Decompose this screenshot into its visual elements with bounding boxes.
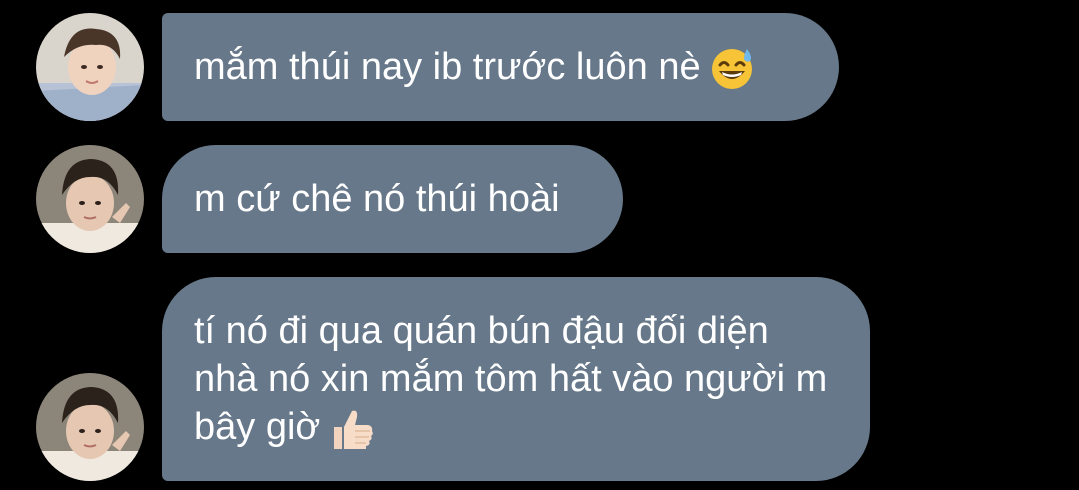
message-bubble[interactable]: m cứ chê nó thúi hoài <box>162 145 623 253</box>
sender-avatar-1[interactable] <box>36 13 144 121</box>
thumbs-up-emoji-icon <box>328 405 376 453</box>
chat-thread: mắm thúi nay ib trước luôn nè m cứ chê n… <box>0 0 1079 490</box>
message-bubble[interactable]: mắm thúi nay ib trước luôn nè <box>162 13 839 121</box>
message-bubble[interactable]: tí nó đi qua quán bún đậu đối diện nhà n… <box>162 277 870 481</box>
message-text: mắm thúi nay ib trước luôn nè <box>194 43 755 92</box>
grinning-sweat-emoji-icon <box>709 45 755 91</box>
sender-avatar-2[interactable] <box>36 145 144 253</box>
sender-avatar-3[interactable] <box>36 373 144 481</box>
message-text: tí nó đi qua quán bún đậu đối diện nhà n… <box>194 307 838 453</box>
message-text: m cứ chê nó thúi hoài <box>194 178 560 220</box>
